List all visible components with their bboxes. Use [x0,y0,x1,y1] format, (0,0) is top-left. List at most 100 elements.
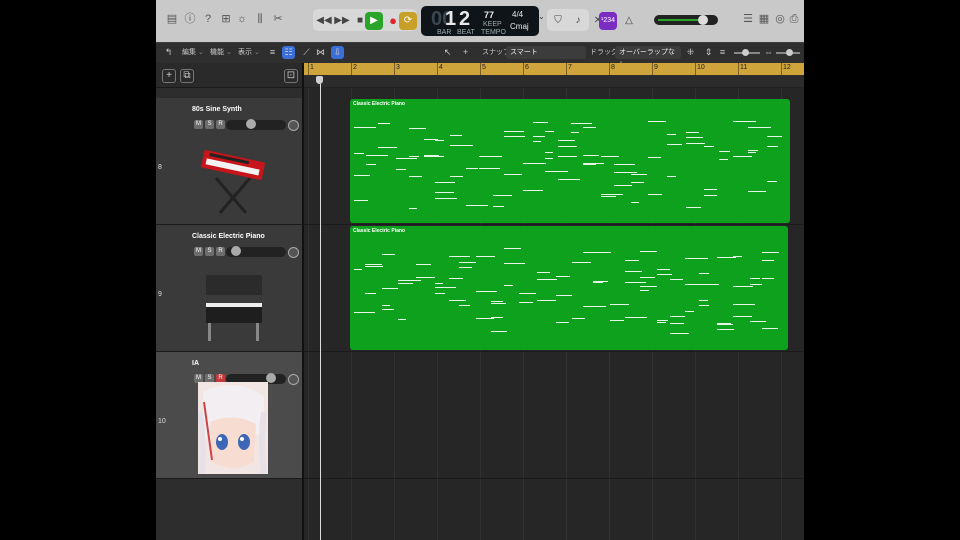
midi-note [558,156,577,157]
midi-note [733,304,755,305]
view-menu[interactable]: 表示 [238,47,260,57]
grid-view-icon[interactable]: ☷ [282,46,295,59]
edit-menu[interactable]: 編集 [182,47,204,57]
mute-button[interactable]: M [194,120,203,129]
midi-region[interactable]: Classic Electric Piano [350,226,788,350]
midi-note [354,312,375,313]
snap-select[interactable]: スマート [506,46,586,59]
midi-note [459,262,476,263]
pan-knob[interactable] [288,247,299,258]
metronome-icon[interactable]: △ [620,12,638,30]
toolbar-icon[interactable]: ⊞ [218,11,234,27]
midi-note [631,202,639,203]
midi-note [476,291,497,292]
track-header-8[interactable]: 8 80s Sine Synth M S R [156,98,302,225]
midi-note [396,158,417,159]
midi-note [479,168,500,169]
lcd-chevron-down-icon[interactable]: ⌄ [538,12,546,28]
vertical-zoom-knob[interactable] [742,49,749,56]
midi-region[interactable]: Classic Electric Piano [350,99,790,223]
midi-note [625,317,647,318]
ruler-bar-9: 9 [654,64,658,71]
record-enable-button[interactable]: R [216,120,225,129]
smart-controls-icon[interactable]: ☼ [234,11,250,27]
play-icon[interactable]: ▶ [365,12,383,30]
mute-button[interactable]: M [194,247,203,256]
horizontal-zoom-knob[interactable] [786,49,793,56]
library-icon[interactable]: ▤ [164,11,180,27]
ruler-bar-5: 5 [482,64,486,71]
midi-note [762,328,778,329]
automation-icon[interactable]: ⟋ [300,46,313,59]
lcd-display[interactable]: 00 1 2 BAR BEAT 77 KEEP TEMPO 4/4 Cmaj [421,6,539,36]
notepad-icon[interactable]: ▦ [756,11,772,27]
waveform-zoom-icon[interactable]: ≡ [716,46,729,59]
master-volume-slider[interactable] [654,15,718,25]
track-header-9[interactable]: 9 Classic Electric Piano M S R [156,225,302,352]
midi-note [449,256,470,257]
record-enable-button[interactable]: R [216,247,225,256]
rewind-icon[interactable]: ◀◀ [315,12,333,30]
secondary-tool-icon[interactable]: + [459,46,472,59]
arrange-area[interactable]: Classic Electric Piano Classic Electric … [304,88,804,540]
fast-forward-icon[interactable]: ▶▶ [333,12,351,30]
midi-note [435,140,444,141]
master-volume-knob[interactable] [698,15,708,25]
bar-ruler[interactable]: 1 2 3 4 5 6 7 8 9 10 11 12 [304,63,804,75]
pointer-tool-icon[interactable]: ↖ [441,46,454,59]
volume-knob[interactable] [246,119,256,129]
tuner-icon[interactable]: ♪ [569,12,587,30]
mixer-icon[interactable]: ⫼ [252,11,268,27]
midi-note [648,194,662,195]
volume-slider[interactable] [226,246,286,257]
midi-note [733,286,753,287]
track-name[interactable]: 80s Sine Synth [192,106,242,113]
solo-button[interactable]: S [205,120,214,129]
volume-slider[interactable] [226,119,286,130]
midi-note [593,282,603,283]
function-menu[interactable]: 機能 [210,47,232,57]
flex-icon[interactable]: ⋈ [314,46,327,59]
list-editors-icon[interactable]: ☰ [740,11,756,27]
duplicate-track-icon[interactable]: ⧉ [180,69,194,83]
ruler-bar-4: 4 [439,64,443,71]
vertical-zoom-icon[interactable]: ⇕ [702,46,715,59]
midi-note [717,324,733,325]
track-header-10[interactable]: 10 IA M S R [156,352,302,479]
editors-icon[interactable]: ✂ [270,11,286,27]
drag-select[interactable]: オーバーラップなし [615,46,681,69]
ruler-bar-1: 1 [310,64,314,71]
list-view-icon[interactable]: ≡ [266,46,279,59]
midi-note [491,317,503,318]
track-name[interactable]: IA [192,360,199,367]
midi-note [631,174,647,175]
back-icon[interactable]: ↰ [162,46,175,59]
marker-ruler[interactable] [304,75,804,87]
track-name[interactable]: Classic Electric Piano [192,233,265,240]
shield-icon[interactable]: ⛉ [549,12,567,30]
vertical-zoom-slider[interactable] [734,49,760,56]
track-lane-10[interactable] [304,352,804,479]
volume-knob[interactable] [231,246,241,256]
midi-note [601,156,619,157]
catch-icon[interactable]: ⇩ [331,46,344,59]
ruler-tick [695,63,696,75]
pan-knob[interactable] [288,374,299,385]
cycle-icon[interactable]: ⟳ [399,12,417,30]
pan-knob[interactable] [288,120,299,131]
inspector-icon[interactable]: ⓘ [182,11,198,27]
count-in-button[interactable]: ¹234 [599,12,617,30]
midi-note [493,195,512,196]
horizontal-zoom-icon[interactable]: ⇔ [762,46,775,59]
browser-icon[interactable]: ⎙ [786,11,802,27]
quick-help-icon[interactable]: ? [200,11,216,27]
horizontal-zoom-slider[interactable] [776,49,800,56]
midi-note [762,260,774,261]
playhead-handle[interactable] [316,76,323,84]
playhead[interactable] [320,84,321,540]
global-tracks-icon[interactable]: ⊡ [284,69,298,83]
add-track-icon[interactable]: + [162,69,176,83]
solo-button[interactable]: S [205,247,214,256]
midi-note [610,320,624,321]
snap-toggle-icon[interactable]: ⁜ [684,46,697,59]
